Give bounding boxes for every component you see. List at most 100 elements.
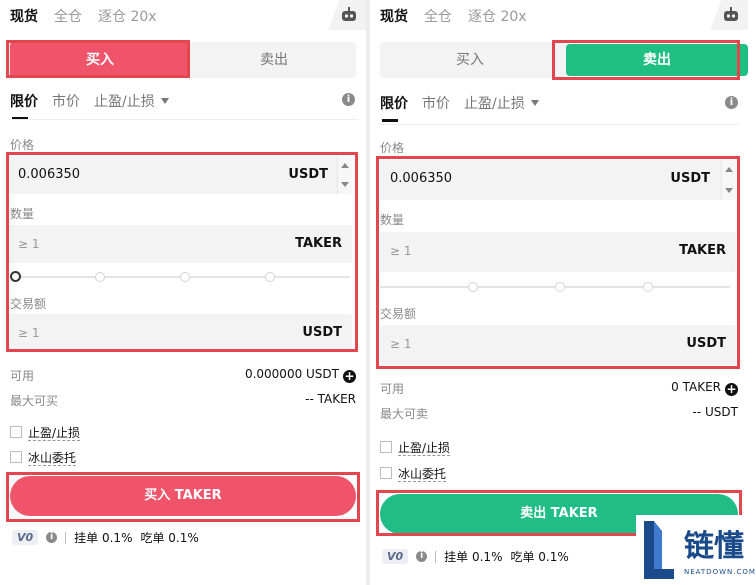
- vip-badge: V0: [382, 549, 409, 564]
- buy-tab[interactable]: 买入: [380, 42, 560, 78]
- logo-mark-icon: [644, 521, 674, 579]
- price-value: 0.006350: [18, 167, 81, 182]
- plus-icon[interactable]: +: [343, 370, 356, 383]
- iceberg-checkbox[interactable]: 冰山委托: [10, 449, 77, 466]
- divider: [8, 119, 358, 120]
- tab-isolated[interactable]: 逐仓 20x: [98, 6, 157, 26]
- maker-fee: 挂单 0.1%: [74, 531, 133, 545]
- chevron-down-icon: [160, 98, 169, 104]
- fee-info: V0 i 挂单 0.1% 吃单 0.1%: [12, 529, 199, 546]
- tab-spot[interactable]: 现货: [10, 6, 38, 26]
- maker-fee: 挂单 0.1%: [444, 550, 503, 564]
- info-icon[interactable]: i: [416, 551, 428, 562]
- order-type-tabs: 限价 市价 止盈/止损: [380, 93, 539, 122]
- quantity-placeholder: ≥ 1: [390, 244, 412, 258]
- max-buy-row: 最大可买 -- TAKER: [10, 392, 356, 408]
- plus-icon[interactable]: +: [725, 383, 738, 396]
- max-buy-value: -- TAKER: [305, 392, 356, 406]
- slider-mark-25[interactable]: [95, 272, 105, 282]
- amount-unit: USDT: [302, 325, 342, 340]
- available-value: 0 TAKER: [671, 380, 721, 394]
- robot-icon: [724, 7, 738, 21]
- tpsl-checkbox-label: 止盈/止损: [398, 441, 451, 456]
- sell-tab[interactable]: 卖出: [566, 44, 748, 76]
- tab-market[interactable]: 市价: [52, 91, 80, 111]
- trading-bot-button[interactable]: [328, 0, 366, 30]
- sell-order-panel: 现货 全仓 逐仓 20x 买入 卖出 限价 市价 止盈/止损 i 价格 0.00…: [370, 0, 750, 585]
- available-row: 可用 0 TAKER +: [380, 380, 738, 396]
- amount-label: 交易额: [380, 307, 417, 321]
- sell-tab[interactable]: 卖出: [192, 42, 356, 78]
- slider-mark-25[interactable]: [468, 282, 478, 292]
- iceberg-checkbox-label: 冰山委托: [398, 467, 447, 482]
- quantity-slider[interactable]: [380, 280, 730, 294]
- tab-cross[interactable]: 全仓: [54, 6, 82, 26]
- info-icon[interactable]: i: [725, 96, 738, 109]
- divider: [378, 124, 740, 125]
- tab-spot[interactable]: 现货: [380, 6, 408, 26]
- arrow-up-icon[interactable]: [341, 163, 349, 168]
- tab-limit[interactable]: 限价: [10, 91, 38, 120]
- arrow-down-icon[interactable]: [725, 188, 733, 193]
- iceberg-checkbox[interactable]: 冰山委托: [380, 465, 447, 482]
- quantity-placeholder: ≥ 1: [18, 237, 40, 251]
- slider-mark-50[interactable]: [555, 282, 565, 292]
- tpsl-checkbox[interactable]: 止盈/止损: [380, 439, 451, 456]
- slider-mark-75[interactable]: [265, 272, 275, 282]
- slider-mark-75[interactable]: [643, 282, 653, 292]
- quantity-unit: TAKER: [295, 236, 342, 251]
- buy-tab[interactable]: 买入: [10, 42, 190, 78]
- price-stepper[interactable]: [337, 156, 352, 194]
- quantity-label: 数量: [10, 207, 35, 221]
- tab-tpsl[interactable]: 止盈/止损: [94, 91, 169, 111]
- checkbox-icon[interactable]: [380, 467, 392, 479]
- available-value-wrap: 0.000000 USDT +: [245, 367, 356, 383]
- tab-cross[interactable]: 全仓: [424, 6, 452, 26]
- logo-subtext: NEATDOWN.COM: [684, 568, 756, 576]
- side-toggle: 买入 卖出: [380, 42, 748, 78]
- info-icon[interactable]: i: [46, 532, 58, 543]
- margin-mode-tabs: 现货 全仓 逐仓 20x: [10, 6, 157, 26]
- tab-isolated[interactable]: 逐仓 20x: [468, 6, 527, 26]
- checkbox-icon[interactable]: [380, 441, 392, 453]
- buy-submit-button[interactable]: 买入 TAKER: [10, 476, 356, 516]
- taker-fee: 吃单 0.1%: [140, 531, 199, 545]
- quantity-unit: TAKER: [679, 243, 726, 258]
- slider-mark-50[interactable]: [180, 272, 190, 282]
- trading-bot-button[interactable]: [710, 0, 748, 30]
- amount-unit: USDT: [686, 336, 726, 351]
- watermark-logo: 链懂 NEATDOWN.COM: [636, 515, 756, 585]
- order-type-tabs: 限价 市价 止盈/止损: [10, 91, 169, 120]
- robot-icon: [342, 7, 356, 21]
- price-input[interactable]: 0.006350 USDT: [380, 160, 736, 200]
- buy-order-panel: 现货 全仓 逐仓 20x 买入 卖出 限价 市价 止盈/止损 i 价格 0.00…: [0, 0, 366, 585]
- available-label: 可用: [10, 369, 35, 383]
- taker-fee: 吃单 0.1%: [510, 550, 569, 564]
- slider-handle[interactable]: [10, 271, 21, 282]
- quantity-input[interactable]: ≥ 1 TAKER: [8, 225, 352, 263]
- available-value: 0.000000 USDT: [244, 367, 339, 381]
- quantity-slider[interactable]: [10, 270, 350, 284]
- chevron-down-icon: [530, 100, 539, 106]
- price-stepper[interactable]: [721, 160, 736, 200]
- arrow-up-icon[interactable]: [725, 167, 733, 172]
- arrow-down-icon[interactable]: [341, 182, 349, 187]
- margin-mode-tabs: 现货 全仓 逐仓 20x: [380, 6, 527, 26]
- tab-limit[interactable]: 限价: [380, 93, 408, 122]
- price-value: 0.006350: [390, 171, 453, 186]
- price-unit: USDT: [670, 171, 710, 186]
- tab-market[interactable]: 市价: [422, 93, 450, 113]
- checkbox-icon[interactable]: [10, 451, 22, 463]
- available-label: 可用: [380, 382, 405, 396]
- iceberg-checkbox-label: 冰山委托: [28, 451, 77, 466]
- price-input[interactable]: 0.006350 USDT: [8, 156, 352, 194]
- price-label: 价格: [10, 138, 35, 152]
- amount-input[interactable]: ≥ 1 USDT: [380, 325, 736, 365]
- checkbox-icon[interactable]: [10, 426, 22, 438]
- tab-tpsl[interactable]: 止盈/止损: [464, 93, 539, 113]
- quantity-input[interactable]: ≥ 1 TAKER: [380, 232, 736, 272]
- max-buy-label: 最大可买: [10, 394, 59, 408]
- tpsl-checkbox[interactable]: 止盈/止损: [10, 424, 81, 441]
- info-icon[interactable]: i: [342, 93, 355, 106]
- amount-input[interactable]: ≥ 1 USDT: [8, 314, 352, 352]
